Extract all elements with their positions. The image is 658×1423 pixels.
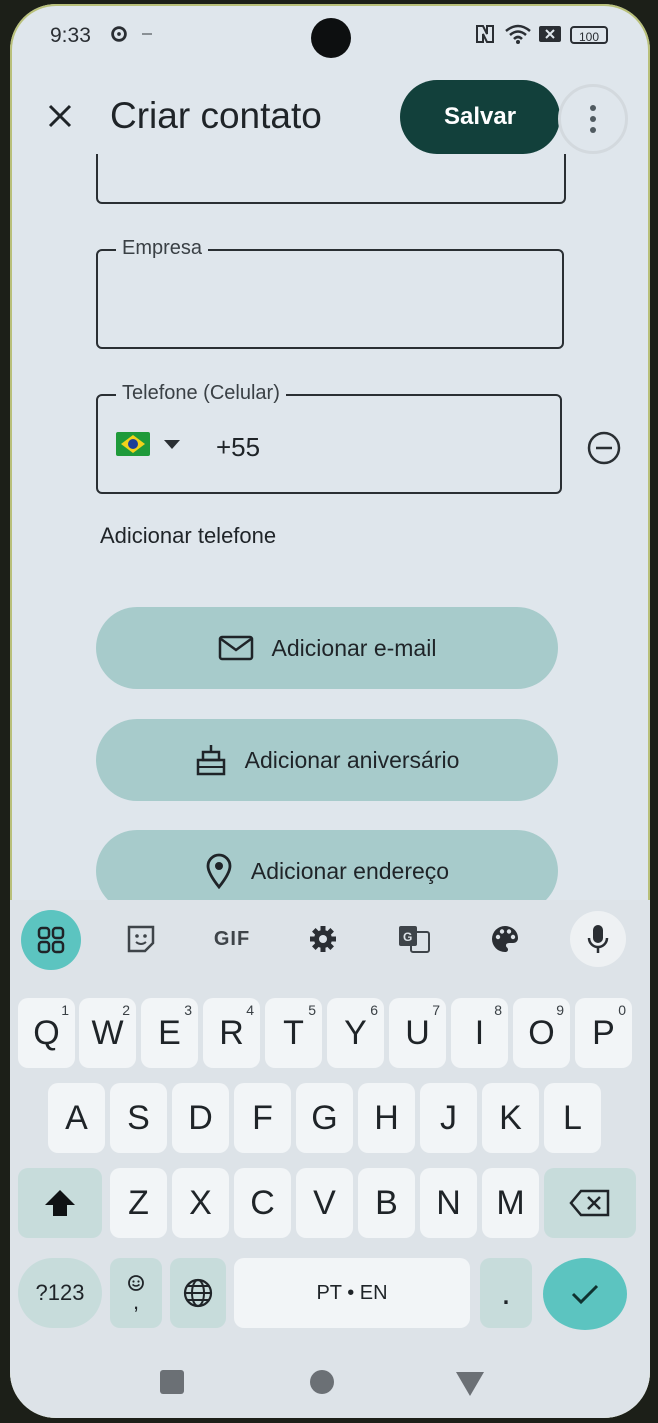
key-y[interactable]: Y6 [327, 998, 384, 1068]
keyboard-settings-button[interactable] [298, 914, 348, 964]
key-r[interactable]: R4 [203, 998, 260, 1068]
phone-field[interactable]: Telefone (Celular) +55 [96, 382, 562, 494]
key-t[interactable]: T5 [265, 998, 322, 1068]
translate-icon: G [399, 926, 430, 953]
key-z[interactable]: Z [110, 1168, 167, 1238]
microphone-icon [587, 925, 609, 953]
more-vert-icon [590, 105, 596, 111]
navigation-bar [10, 1354, 650, 1418]
close-icon [48, 104, 72, 128]
sim-icon [538, 22, 562, 46]
svg-text:G: G [403, 930, 412, 944]
recents-button[interactable] [160, 1370, 184, 1394]
cake-icon [196, 745, 225, 776]
key-x[interactable]: X [172, 1168, 229, 1238]
previous-field[interactable] [96, 154, 566, 204]
key-s[interactable]: S [110, 1083, 167, 1153]
status-bar: 9:33 100 [10, 4, 650, 66]
gear-icon [310, 926, 336, 952]
key-h[interactable]: H [358, 1083, 415, 1153]
theme-button[interactable] [480, 914, 530, 964]
phone-label: Telefone (Celular) [116, 382, 286, 405]
apps-grid-button[interactable] [21, 910, 81, 970]
key-v[interactable]: V [296, 1168, 353, 1238]
key-p[interactable]: P0 [575, 998, 632, 1068]
phone-screen: 9:33 100 Criar contato Salvar Empresa Te… [10, 4, 650, 1418]
back-button[interactable] [456, 1372, 484, 1396]
translate-button[interactable]: G [389, 914, 439, 964]
key-l[interactable]: L [544, 1083, 601, 1153]
sticker-button[interactable] [116, 914, 166, 964]
mail-icon [218, 635, 253, 661]
emoji-comma-key[interactable]: , [110, 1258, 162, 1328]
enter-key[interactable] [543, 1258, 627, 1330]
remove-phone-button[interactable] [584, 428, 624, 468]
status-time: 9:33 [50, 24, 91, 47]
close-button[interactable] [40, 96, 80, 136]
key-o[interactable]: O9 [513, 998, 570, 1068]
key-c[interactable]: C [234, 1168, 291, 1238]
add-address-label: Adicionar endereço [250, 857, 450, 884]
key-n[interactable]: N [420, 1168, 477, 1238]
company-label: Empresa [116, 237, 209, 260]
check-icon [571, 1284, 599, 1305]
language-key[interactable] [170, 1258, 226, 1328]
comma-label: , [132, 1289, 140, 1314]
settings-status-icon [108, 22, 130, 46]
battery-icon: 100 [570, 26, 608, 44]
add-phone-link[interactable]: Adicionar telefone [100, 523, 276, 549]
grid-icon [37, 926, 65, 954]
key-q[interactable]: Q1 [18, 998, 75, 1068]
sticker-icon [127, 925, 155, 953]
wifi-icon [504, 22, 532, 46]
key-e[interactable]: E3 [141, 998, 198, 1068]
key-a[interactable]: A [48, 1083, 105, 1153]
location-pin-icon [206, 853, 232, 889]
keyboard: GIF G Q1 W2 E3 R4 T5 Y6 U7 I8 O9 P0 A S … [10, 900, 650, 1418]
page-title: Criar contato [110, 95, 322, 136]
shift-icon [45, 1190, 75, 1216]
period-key[interactable]: . [480, 1258, 532, 1328]
key-b[interactable]: B [358, 1168, 415, 1238]
key-m[interactable]: M [482, 1168, 539, 1238]
nfc-icon [474, 22, 496, 46]
dash-status-icon [140, 22, 154, 46]
key-i[interactable]: I8 [451, 998, 508, 1068]
key-g[interactable]: G [296, 1083, 353, 1153]
key-u[interactable]: U7 [389, 998, 446, 1068]
brazil-flag-icon[interactable] [116, 432, 150, 456]
more-options-button[interactable] [558, 84, 628, 154]
remove-circle-icon [587, 431, 621, 465]
key-f[interactable]: F [234, 1083, 291, 1153]
symbols-key[interactable]: ?123 [18, 1258, 102, 1328]
company-field[interactable]: Empresa [96, 237, 564, 349]
space-key[interactable]: PT • EN [234, 1258, 470, 1328]
palette-icon [492, 926, 518, 952]
backspace-key[interactable] [544, 1168, 636, 1238]
key-k[interactable]: K [482, 1083, 539, 1153]
front-camera [311, 18, 351, 58]
add-birthday-button[interactable]: Adicionar aniversário [96, 719, 558, 801]
phone-value[interactable]: +55 [216, 432, 260, 463]
home-button[interactable] [310, 1370, 334, 1394]
country-dropdown-icon[interactable] [164, 440, 180, 449]
gif-button[interactable]: GIF [207, 914, 257, 964]
add-email-button[interactable]: Adicionar e-mail [96, 607, 558, 689]
shift-key[interactable] [18, 1168, 102, 1238]
key-d[interactable]: D [172, 1083, 229, 1153]
save-button[interactable]: Salvar [400, 80, 560, 154]
add-birthday-label: Adicionar aniversário [244, 746, 460, 773]
globe-icon [183, 1278, 213, 1308]
add-email-label: Adicionar e-mail [271, 634, 437, 661]
voice-input-button[interactable] [570, 911, 626, 967]
key-j[interactable]: J [420, 1083, 477, 1153]
backspace-icon [569, 1189, 610, 1217]
key-w[interactable]: W2 [79, 998, 136, 1068]
gif-label: GIF [213, 927, 251, 950]
